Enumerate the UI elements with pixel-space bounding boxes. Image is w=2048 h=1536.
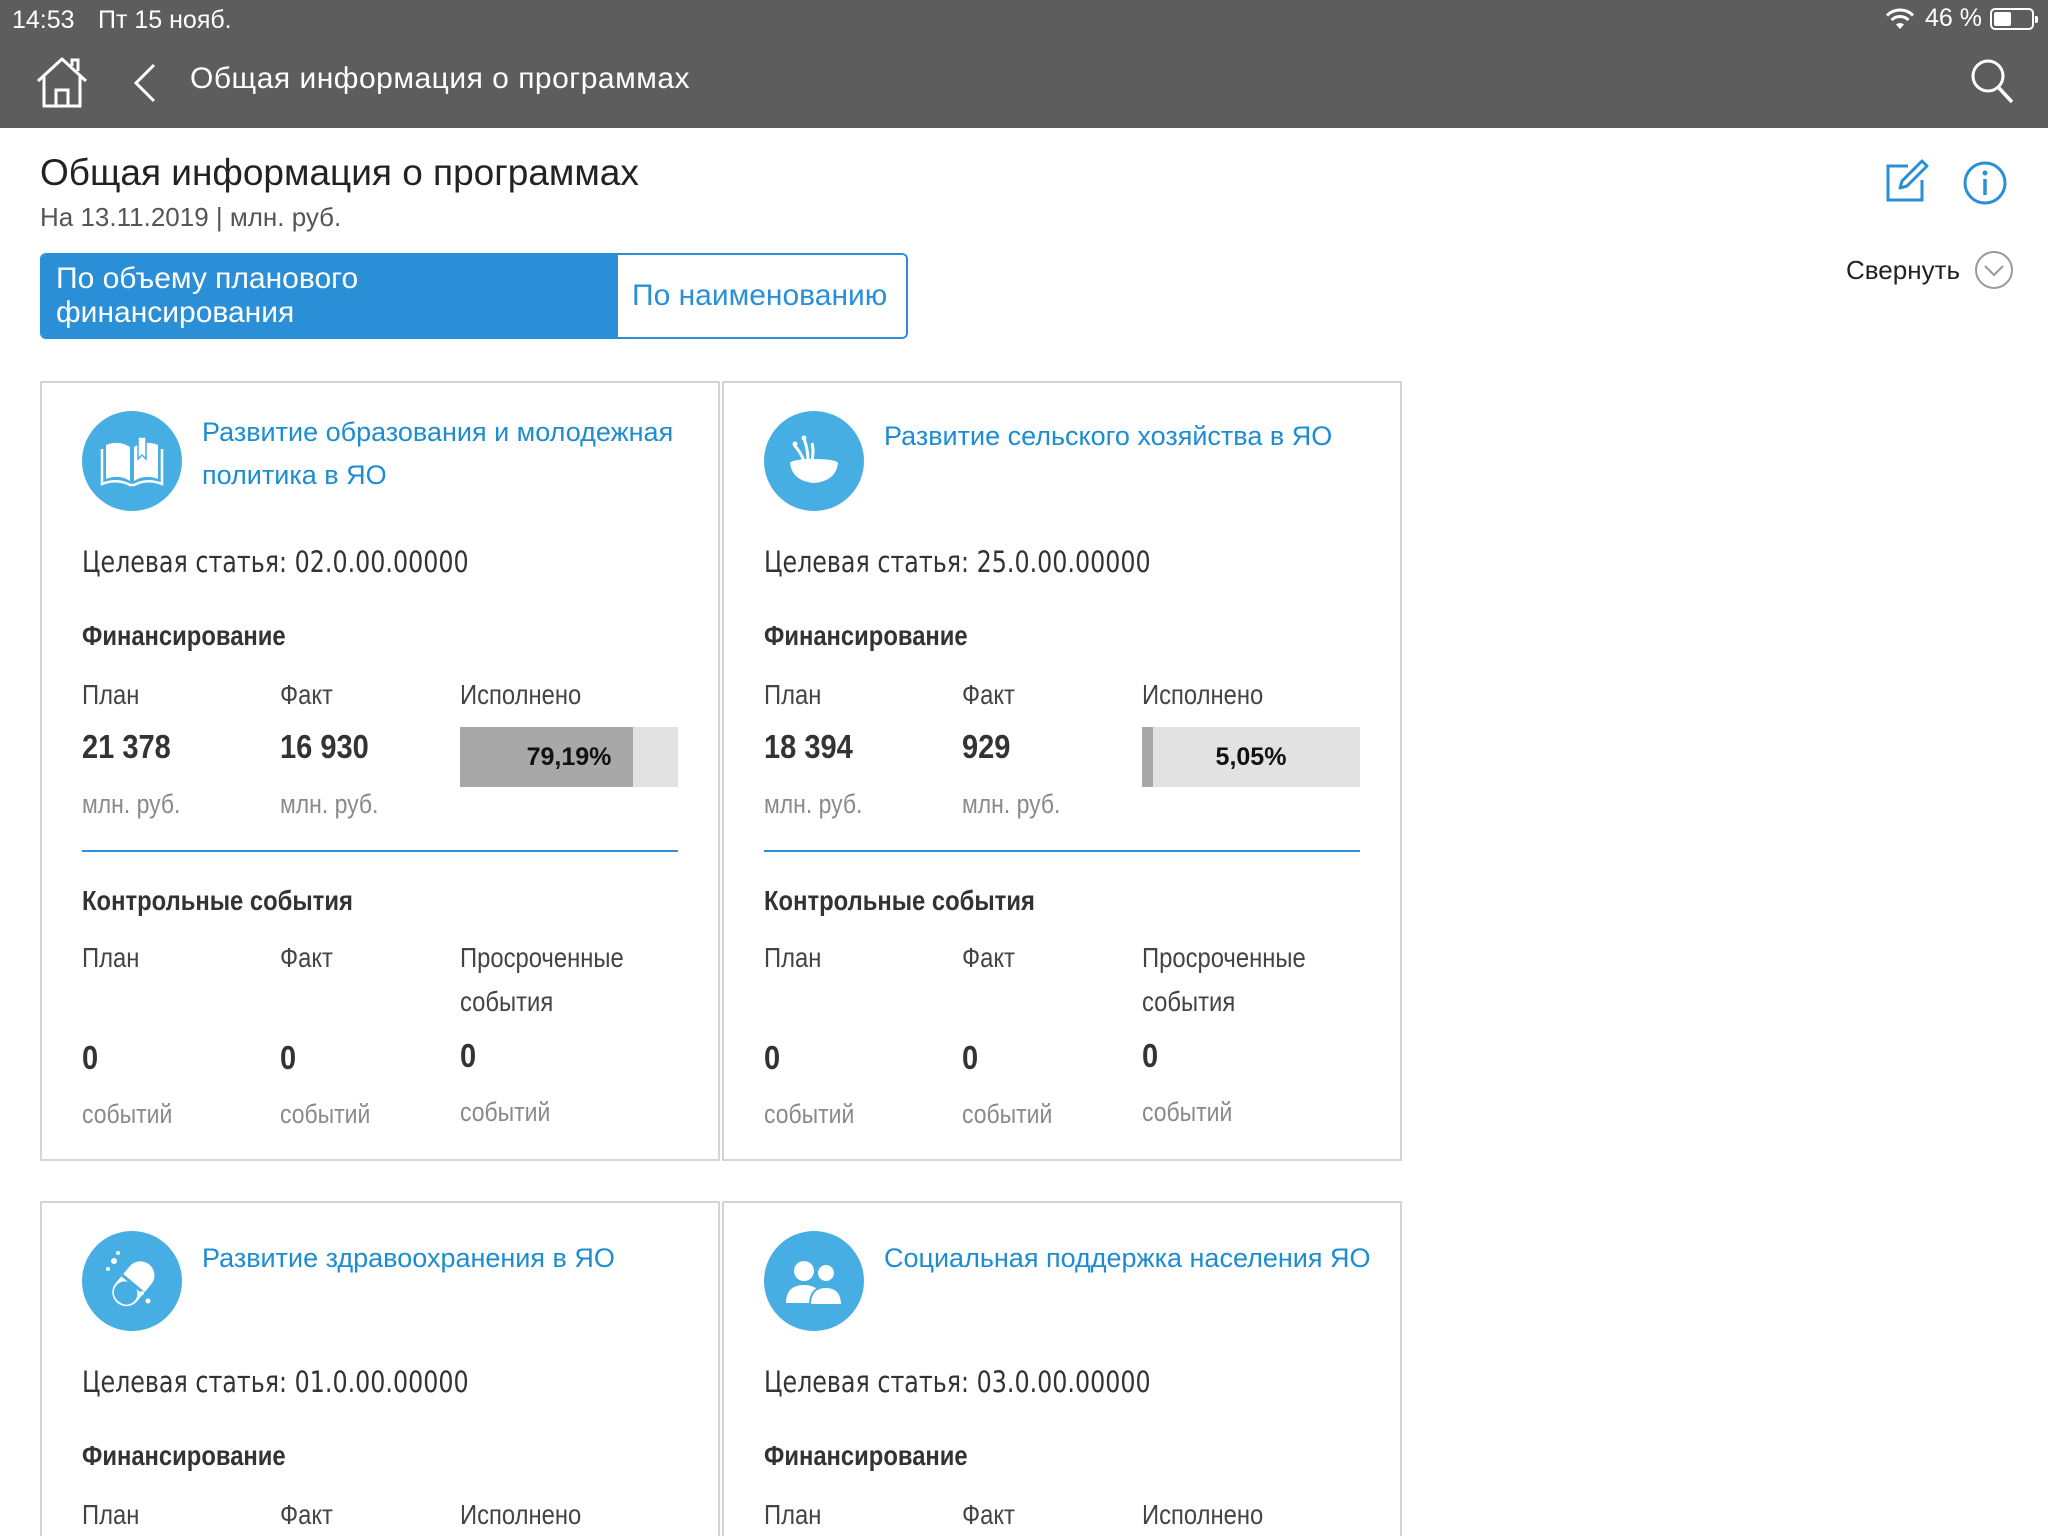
execution-progress-bar: 5,05%	[1142, 727, 1360, 787]
program-card[interactable]: Социальная поддержка населения ЯО Целева…	[722, 1201, 1402, 1536]
control-events-heading: Контрольные события	[82, 885, 353, 916]
fact-label: Факт	[962, 1499, 1015, 1530]
events-fact-value: 0	[280, 1039, 297, 1076]
sort-by-name-tab[interactable]: По наименованию	[618, 255, 906, 337]
events-overdue-label: Просроченные события	[460, 942, 624, 1017]
fact-label: Факт	[280, 1499, 333, 1530]
edit-icon[interactable]	[1884, 158, 1930, 204]
status-indicators: 46 %	[1885, 4, 2038, 33]
page-subtitle: На 13.11.2019 | млн. руб.	[40, 202, 342, 232]
search-icon[interactable]	[1970, 58, 2014, 104]
financing-heading: Финансирование	[82, 1440, 286, 1471]
status-time: 14:53	[12, 6, 75, 34]
plan-label: План	[764, 679, 822, 710]
program-title[interactable]: Развитие образования и молодежная полити…	[202, 411, 692, 497]
top-bar: 14:53 Пт 15 нояб. 46 % Общая информация …	[0, 0, 2048, 128]
events-fact-label: Факт	[280, 942, 333, 973]
target-article: Целевая статья: 01.0.00.00000	[82, 1365, 469, 1399]
target-article: Целевая статья: 25.0.00.00000	[764, 545, 1151, 579]
program-title[interactable]: Развитие сельского хозяйства в ЯО	[884, 415, 1374, 458]
program-card[interactable]: Развитие сельского хозяйства в ЯО Целева…	[722, 381, 1402, 1161]
fact-label: Факт	[280, 679, 333, 710]
program-card[interactable]: Развитие здравоохранения в ЯО Целевая ст…	[40, 1201, 720, 1536]
plan-value: 18 394	[764, 728, 853, 765]
chevron-left-icon[interactable]	[130, 62, 158, 104]
collapse-button[interactable]: Свернуть	[1846, 250, 2014, 290]
program-title[interactable]: Развитие здравоохранения в ЯО	[202, 1237, 692, 1280]
events-plan-value: 0	[764, 1039, 781, 1076]
events-fact-label: Факт	[962, 942, 1015, 973]
control-events-heading: Контрольные события	[764, 885, 1035, 916]
fact-label: Факт	[962, 679, 1015, 710]
chevron-down-icon	[1975, 251, 2014, 289]
target-article: Целевая статья: 03.0.00.00000	[764, 1365, 1151, 1399]
sort-segmented-control: По объему планового финансирования По на…	[40, 253, 908, 339]
done-label: Исполнено	[1142, 679, 1264, 710]
fact-value: 929	[962, 728, 1011, 765]
done-label: Исполнено	[460, 679, 582, 710]
events-fact-unit: событий	[962, 1099, 1053, 1129]
plan-label: План	[764, 1499, 822, 1530]
fact-value: 16 930	[280, 728, 369, 765]
plan-unit: млн. руб.	[82, 789, 181, 819]
execution-percent: 5,05%	[1215, 742, 1287, 771]
battery-percent: 46 %	[1925, 4, 1982, 32]
collapse-label: Свернуть	[1846, 254, 1961, 285]
status-date: Пт 15 нояб.	[98, 6, 232, 34]
section-divider	[82, 850, 678, 852]
plan-label: План	[82, 1499, 140, 1530]
target-article: Целевая статья: 02.0.00.00000	[82, 545, 469, 579]
events-plan-value: 0	[82, 1039, 99, 1076]
financing-heading: Финансирование	[764, 620, 968, 651]
book-icon	[82, 411, 182, 511]
events-plan-label: План	[764, 942, 822, 973]
done-label: Исполнено	[460, 1499, 582, 1530]
events-overdue-value: 0	[1142, 1037, 1159, 1074]
events-fact-unit: событий	[280, 1099, 371, 1129]
events-plan-unit: событий	[764, 1099, 855, 1129]
section-divider	[764, 850, 1360, 852]
events-overdue-label: Просроченные события	[1142, 942, 1306, 1017]
battery-level	[1994, 11, 2011, 26]
execution-progress-bar: 79,19%	[460, 727, 678, 787]
program-card[interactable]: Развитие образования и молодежная полити…	[40, 381, 720, 1161]
plan-label: План	[82, 679, 140, 710]
battery-icon	[1990, 7, 2038, 30]
fact-unit: млн. руб.	[962, 789, 1061, 819]
info-icon[interactable]	[1962, 160, 2008, 206]
program-title[interactable]: Социальная поддержка населения ЯО	[884, 1237, 1374, 1280]
events-fact-value: 0	[962, 1039, 979, 1076]
fact-unit: млн. руб.	[280, 789, 379, 819]
wifi-icon	[1885, 8, 1915, 29]
home-icon[interactable]	[34, 54, 90, 110]
nav-title: Общая информация о программах	[190, 62, 691, 95]
bowl-icon	[764, 411, 864, 511]
events-overdue-unit: событий	[1142, 1097, 1233, 1127]
execution-percent: 79,19%	[526, 742, 612, 771]
events-plan-label: План	[82, 942, 140, 973]
financing-heading: Финансирование	[764, 1440, 968, 1471]
page-title: Общая информация о программах	[40, 152, 639, 193]
plan-value: 21 378	[82, 728, 171, 765]
sort-by-volume-tab[interactable]: По объему планового финансирования	[42, 255, 618, 337]
plan-unit: млн. руб.	[764, 789, 863, 819]
pill-icon	[82, 1231, 182, 1331]
events-plan-unit: событий	[82, 1099, 173, 1129]
people-icon	[764, 1231, 864, 1331]
events-overdue-value: 0	[460, 1037, 477, 1074]
financing-heading: Финансирование	[82, 620, 286, 651]
events-overdue-unit: событий	[460, 1097, 551, 1127]
done-label: Исполнено	[1142, 1499, 1264, 1530]
